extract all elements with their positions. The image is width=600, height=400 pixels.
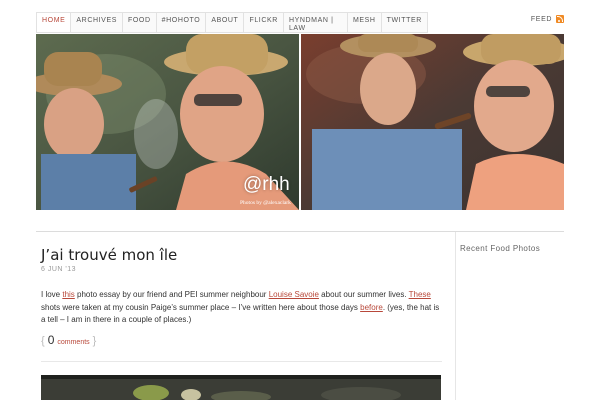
comments-close-brace: } bbox=[92, 335, 97, 347]
post-link-louise-savoie[interactable]: Louise Savoie bbox=[269, 290, 319, 299]
sidebar-heading-recent-food-photos: Recent Food Photos bbox=[460, 244, 541, 253]
sidebar-divider bbox=[455, 232, 456, 400]
content-divider bbox=[36, 231, 564, 232]
post-title[interactable]: J’ai trouvé mon île bbox=[41, 246, 177, 264]
nav-item-hohoto[interactable]: #HOHOTO bbox=[157, 13, 207, 32]
post-text: about our summer lives. bbox=[318, 290, 409, 299]
post-text: shots were taken at my cousin Paige’s su… bbox=[41, 302, 361, 312]
nav-item-food[interactable]: FOOD bbox=[123, 13, 157, 32]
post-text: I love bbox=[41, 290, 63, 299]
nav-item-twitter[interactable]: TWITTER bbox=[382, 13, 427, 32]
post-separator bbox=[41, 361, 442, 362]
nav-item-home[interactable]: HOME bbox=[37, 13, 72, 32]
post-date: 6 JUN '13 bbox=[41, 266, 77, 273]
banner-photo-credit: Photos by @alexaclark bbox=[240, 200, 291, 206]
next-post-photo[interactable] bbox=[41, 375, 441, 400]
rss-icon bbox=[556, 15, 564, 23]
feed-label: FEED bbox=[530, 15, 552, 23]
post-link-this[interactable]: this bbox=[62, 290, 74, 299]
comments-open-brace: { bbox=[41, 335, 45, 347]
banner-watermark: @rhh bbox=[243, 174, 290, 195]
feed-link[interactable]: FEED bbox=[531, 15, 564, 23]
nav-item-archives[interactable]: ARCHIVES bbox=[71, 13, 123, 32]
nav-item-mesh[interactable]: MESH bbox=[348, 13, 382, 32]
main-nav: HOME ARCHIVES FOOD #HOHOTO ABOUT FLICKR … bbox=[36, 12, 428, 33]
post-link-these[interactable]: These bbox=[409, 290, 431, 299]
header-banner-photo: @rhh Photos by @alexaclark bbox=[36, 34, 564, 210]
nav-item-hyndman-law[interactable]: HYNDMAN | LAW bbox=[284, 13, 348, 32]
comments-link[interactable]: { 0 comments } bbox=[41, 333, 96, 347]
comments-label: comments bbox=[57, 339, 90, 346]
comments-count: 0 bbox=[47, 333, 55, 347]
post-text: photo essay by our friend and PEI summer… bbox=[74, 290, 269, 299]
nav-item-flickr[interactable]: FLICKR bbox=[244, 13, 284, 32]
nav-item-about[interactable]: ABOUT bbox=[206, 13, 245, 32]
post-body: I love this photo essay by our friend an… bbox=[41, 289, 444, 327]
post-link-before[interactable]: before bbox=[360, 303, 383, 312]
